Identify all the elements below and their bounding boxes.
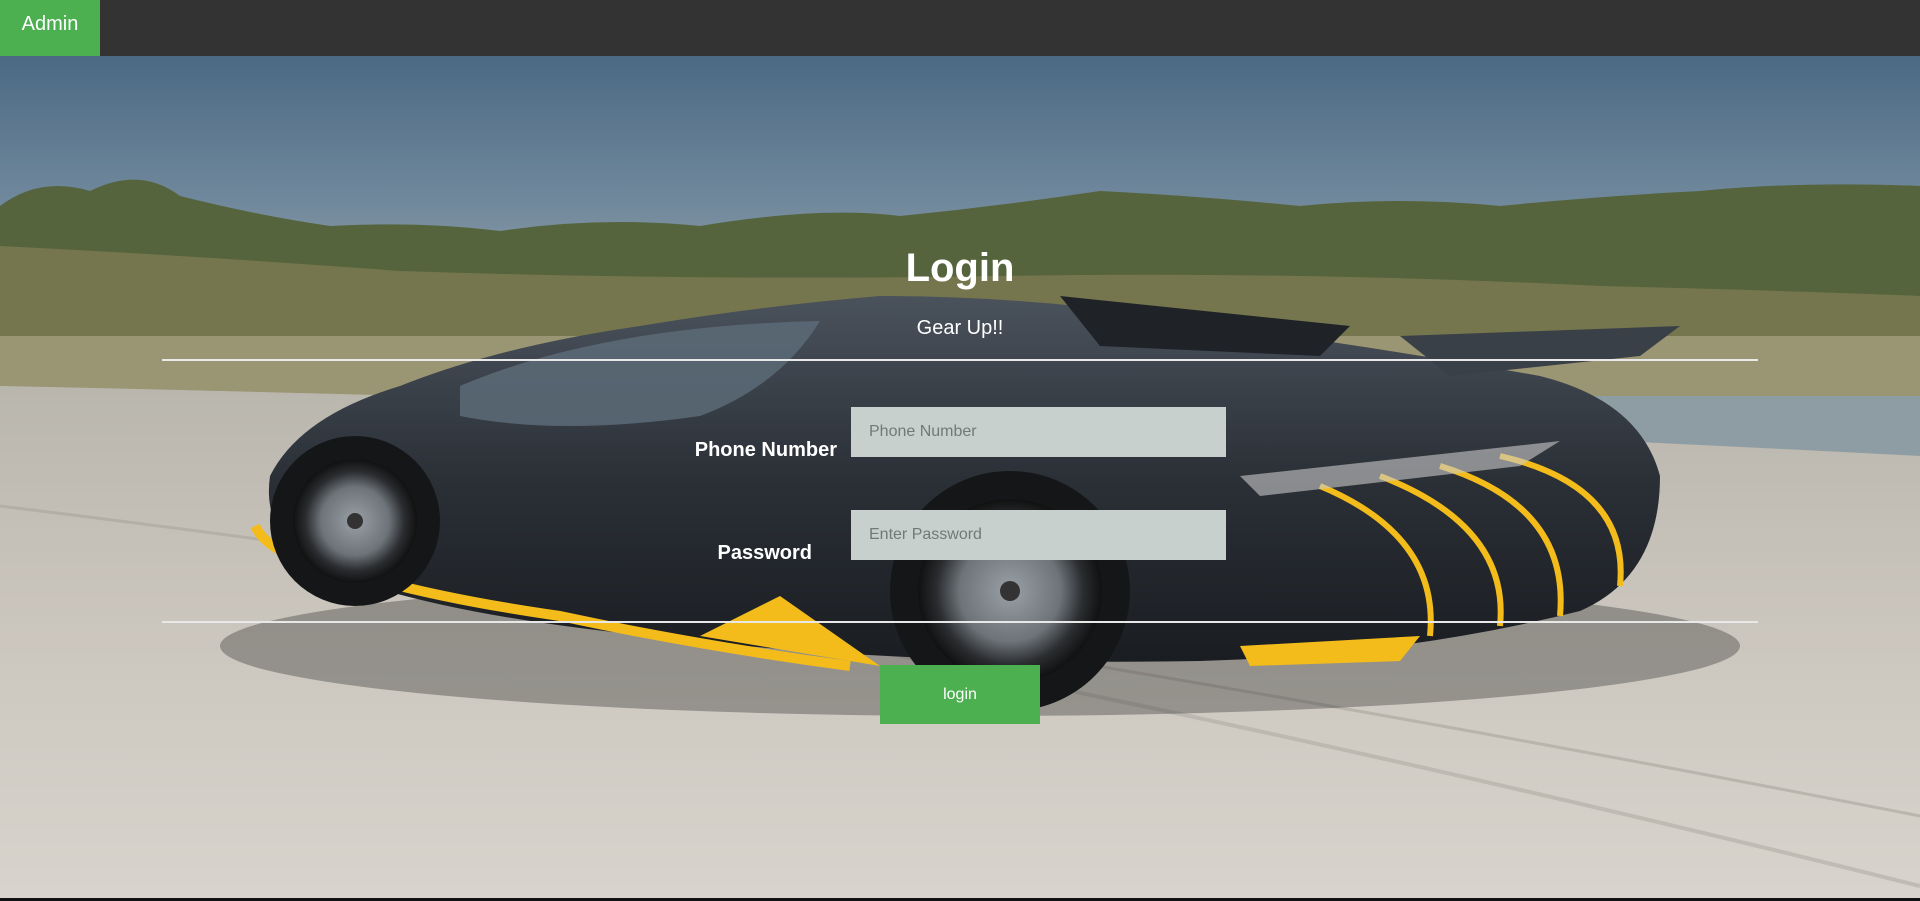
top-navbar: Admin [0, 0, 1920, 56]
background-image [0, 56, 1920, 898]
login-button[interactable]: login [880, 665, 1040, 724]
car-scene-illustration [0, 56, 1920, 898]
phone-number-label: Phone Number [694, 439, 837, 461]
password-label: Password [717, 542, 812, 564]
nav-admin-link[interactable]: Admin [0, 0, 100, 56]
bottom-divider [162, 621, 1758, 623]
top-divider [162, 359, 1758, 361]
login-title: Login [905, 246, 1015, 290]
phone-number-input[interactable] [851, 407, 1226, 457]
login-subtitle: Gear Up!! [916, 317, 1004, 339]
password-input[interactable] [851, 510, 1226, 560]
